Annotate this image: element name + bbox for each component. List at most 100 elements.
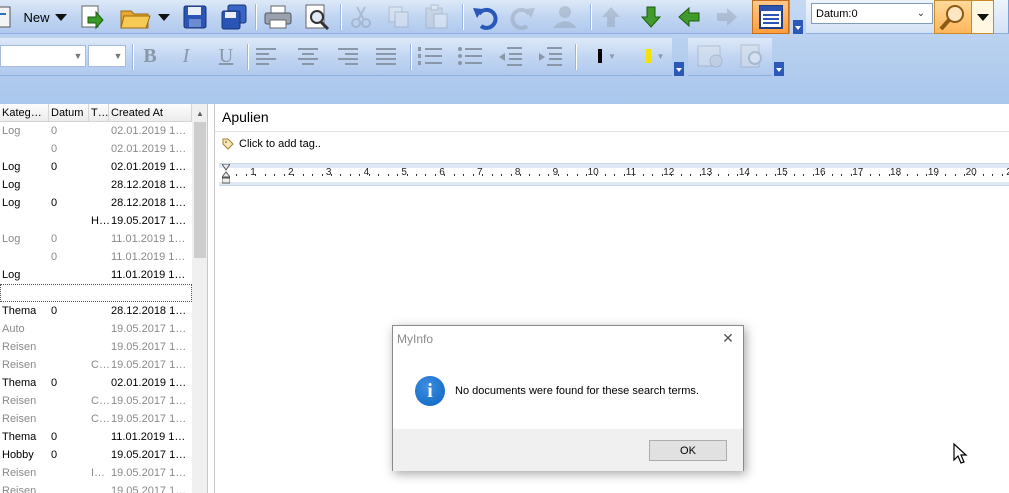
format-toolbar-grip[interactable] bbox=[674, 62, 684, 76]
ruler-tick bbox=[519, 174, 521, 176]
search-options-dropdown[interactable] bbox=[972, 0, 994, 34]
copy-button[interactable] bbox=[384, 3, 414, 31]
redo-button[interactable] bbox=[506, 3, 540, 31]
align-center-button[interactable] bbox=[294, 42, 322, 70]
export-button[interactable] bbox=[78, 3, 106, 31]
table-cell-kategorie: Reisen bbox=[2, 359, 37, 371]
ruler-tick bbox=[897, 174, 899, 176]
italic-button[interactable]: I bbox=[172, 42, 200, 70]
save-all-button[interactable] bbox=[218, 3, 250, 31]
ruler-tick bbox=[746, 174, 748, 176]
font-size-combo[interactable]: ▼ bbox=[88, 45, 126, 67]
extra-toolbar-grip[interactable] bbox=[774, 62, 784, 76]
table-row[interactable]: H… 19.05.2017 1… bbox=[0, 212, 192, 230]
table-cell-kategorie bbox=[0, 212, 49, 230]
ruler-tick bbox=[312, 174, 314, 176]
increase-indent-button[interactable] bbox=[536, 42, 564, 70]
table-row[interactable]: Log 28.12.2018 1… bbox=[0, 176, 192, 194]
align-left-button[interactable] bbox=[252, 42, 280, 70]
save-button[interactable] bbox=[180, 3, 210, 31]
ruler-tick bbox=[784, 174, 786, 176]
underline-button[interactable]: U bbox=[212, 42, 240, 70]
document-icon-button[interactable] bbox=[0, 3, 12, 31]
list-rows: Log 0 02.01.2019 1… 0 02.01.2019 1… Log 0 02.01… bbox=[0, 122, 192, 493]
toolbar-overflow-grip[interactable] bbox=[793, 20, 803, 34]
table-row[interactable]: Reisen C… 19.05.2017 1… bbox=[0, 410, 192, 428]
list-scrollbar[interactable]: ▲ bbox=[192, 104, 207, 493]
text-color-button[interactable]: ▼ bbox=[592, 42, 622, 70]
ruler-number: 19 bbox=[927, 167, 939, 178]
ruler-number: 4 bbox=[363, 167, 370, 178]
table-row[interactable]: 0 02.01.2019 1… bbox=[0, 140, 192, 158]
ruler-tick bbox=[718, 174, 720, 176]
cut-button[interactable] bbox=[346, 3, 376, 31]
document-title[interactable]: Apulien bbox=[222, 109, 269, 125]
column-header-t[interactable]: T… bbox=[89, 104, 109, 121]
table-cell-datum: 0 bbox=[51, 377, 58, 389]
scroll-up-icon[interactable]: ▲ bbox=[192, 106, 207, 120]
move-down-button[interactable] bbox=[636, 3, 666, 31]
numbered-list-button[interactable] bbox=[416, 42, 444, 70]
print-button[interactable] bbox=[261, 3, 295, 31]
font-family-combo[interactable]: ▼ bbox=[0, 45, 86, 67]
dialog-title: MyInfo bbox=[397, 332, 434, 346]
table-cell-kategorie bbox=[1, 285, 49, 301]
table-row[interactable]: Reisen 19.05.2017 1… bbox=[0, 482, 192, 493]
user-button[interactable] bbox=[545, 3, 585, 31]
ruler-tick bbox=[623, 174, 625, 176]
toolbar-separator bbox=[575, 44, 576, 70]
ruler-tick bbox=[671, 174, 673, 176]
table-row[interactable]: Reisen C… 19.05.2017 1… bbox=[0, 392, 192, 410]
ruler-number: 15 bbox=[776, 167, 788, 178]
table-row[interactable]: Reisen C… 19.05.2017 1… bbox=[0, 356, 192, 374]
justify-button[interactable] bbox=[372, 42, 400, 70]
table-row[interactable]: Reisen 19.05.2017 1… bbox=[0, 338, 192, 356]
table-row[interactable]: 0 11.01.2019 1… bbox=[0, 248, 192, 266]
ruler[interactable]: 12345678910111213141516171819202 bbox=[219, 163, 1009, 186]
align-right-button[interactable] bbox=[334, 42, 362, 70]
add-tag-link[interactable]: Click to add tag.. bbox=[222, 138, 321, 150]
ruler-tick bbox=[794, 174, 795, 176]
open-button[interactable] bbox=[116, 3, 172, 31]
table-row[interactable]: Log 11.01.2019 1… bbox=[0, 266, 192, 284]
table-cell-created: 19.05.2017 1… bbox=[111, 341, 187, 353]
column-header-created-at[interactable]: Created At bbox=[109, 104, 192, 121]
table-row[interactable]: Log 0 02.01.2019 1… bbox=[0, 158, 192, 176]
table-row[interactable]: Reisen I… 19.05.2017 1… bbox=[0, 464, 192, 482]
table-row[interactable]: Auto 19.05.2017 1… bbox=[0, 320, 192, 338]
move-left-button[interactable] bbox=[674, 3, 704, 31]
search-button[interactable] bbox=[934, 0, 972, 34]
move-up-button[interactable] bbox=[596, 3, 626, 31]
highlight-color-button[interactable]: ▼ bbox=[640, 42, 670, 70]
ruler-tick bbox=[926, 174, 928, 176]
table-row[interactable]: Thema 0 11.01.2019 1… bbox=[0, 428, 192, 446]
column-header-datum[interactable]: Datum bbox=[49, 104, 89, 121]
indent-marker-icon[interactable] bbox=[222, 164, 230, 186]
insert-image-button[interactable] bbox=[694, 42, 728, 70]
table-cell-t bbox=[89, 176, 109, 194]
grid-view-button[interactable] bbox=[752, 0, 789, 34]
table-row[interactable] bbox=[0, 284, 192, 302]
scrollbar-thumb[interactable] bbox=[194, 122, 206, 258]
paste-button[interactable] bbox=[420, 3, 452, 31]
table-row[interactable]: Thema 0 02.01.2019 1… bbox=[0, 374, 192, 392]
close-icon[interactable]: ✕ bbox=[720, 330, 736, 346]
datum-select[interactable]: Datum:0 ⌄ bbox=[811, 3, 933, 24]
undo-button[interactable] bbox=[468, 3, 502, 31]
ok-button[interactable]: OK bbox=[649, 440, 727, 461]
print-preview-button[interactable] bbox=[300, 3, 334, 31]
bold-icon: B bbox=[143, 44, 157, 67]
table-row[interactable]: Log 0 02.01.2019 1… bbox=[0, 122, 192, 140]
table-row[interactable]: Hobby 0 19.05.2017 1… bbox=[0, 446, 192, 464]
insert-link-button[interactable] bbox=[736, 42, 770, 70]
table-row[interactable]: Thema 0 28.12.2018 1… bbox=[0, 302, 192, 320]
table-cell-t bbox=[89, 302, 109, 320]
bold-button[interactable]: B bbox=[136, 42, 164, 70]
table-row[interactable]: Log 0 11.01.2019 1… bbox=[0, 230, 192, 248]
table-row[interactable]: Log 0 28.12.2018 1… bbox=[0, 194, 192, 212]
column-header-kategorie[interactable]: Kateg… bbox=[0, 104, 49, 121]
bullet-list-button[interactable] bbox=[456, 42, 484, 70]
new-button[interactable]: New bbox=[20, 3, 70, 31]
move-right-button[interactable] bbox=[712, 3, 742, 31]
decrease-indent-button[interactable] bbox=[496, 42, 524, 70]
